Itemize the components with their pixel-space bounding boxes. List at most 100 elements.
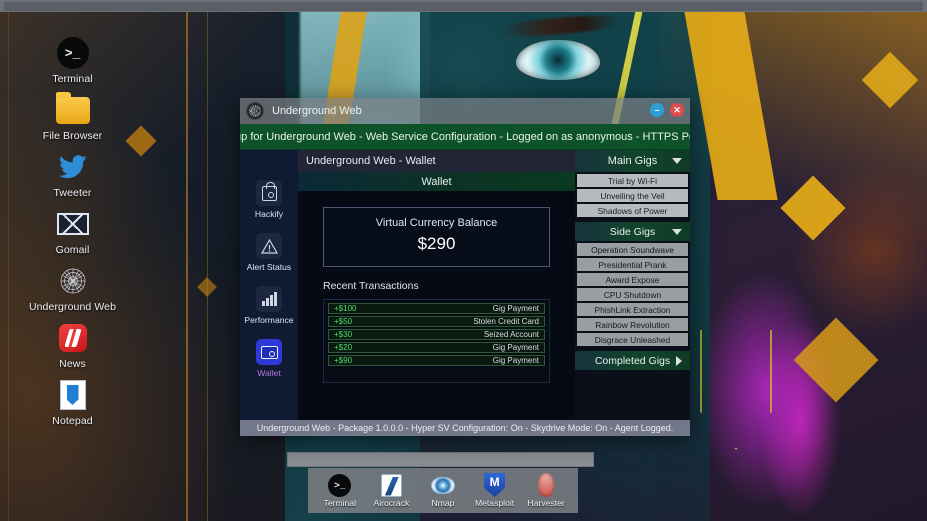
dock-item-airocrack[interactable]: Airocrack (366, 473, 416, 508)
chevron-down-icon (672, 228, 682, 235)
taskbar-window-list[interactable] (287, 452, 594, 467)
folder-icon (55, 91, 90, 127)
close-button[interactable]: ✕ (670, 103, 684, 117)
wallet-panel: Wallet Virtual Currency Balance $290 Rec… (298, 172, 575, 420)
window-subbar: Underground Web - Wallet Main Gigs (240, 150, 690, 172)
sidebar-item-label: Performance (244, 315, 294, 325)
terminal-icon: >_ (315, 473, 365, 497)
transactions-list: +$100 Gig Payment +$50 Stolen Credit Car… (323, 299, 550, 383)
desktop-icon-label: Notepad (52, 415, 93, 427)
dock-item-label: Airocrack (373, 498, 410, 508)
desktop-icon-label: Tweeter (53, 187, 92, 199)
dock-item-harvester[interactable]: Harvester (521, 473, 571, 508)
balance-value: $290 (417, 234, 456, 253)
chevron-down-icon (672, 158, 682, 164)
desktop-icon-label: Underground Web (28, 301, 117, 313)
transaction-desc: Stolen Credit Card (473, 317, 539, 326)
marquee-text: tup for Underground Web - Web Service Co… (240, 130, 690, 143)
gig-item-operation-soundwave[interactable]: Operation Soundwave (577, 243, 688, 256)
sidebar-item-alert-status[interactable]: Alert Status (240, 233, 298, 272)
dock-item-label: Nmap (431, 498, 455, 508)
balance-label: Virtual Currency Balance (375, 217, 498, 229)
status-marquee: tup for Underground Web - Web Service Co… (240, 124, 690, 150)
desktop-icon-gomail[interactable]: Gomail (0, 201, 145, 258)
sidebar-item-label: Alert Status (246, 262, 292, 272)
completed-gigs-header[interactable]: Completed Gigs (575, 351, 690, 370)
window-titlebar[interactable]: Underground Web – ✕ (240, 98, 690, 124)
wallpaper-eye (516, 40, 600, 80)
desktop-icon-label: File Browser (42, 130, 103, 142)
gig-item-trial-by-wifi[interactable]: Trial by Wi-Fi (577, 174, 688, 187)
dock-item-label: Terminal (323, 498, 357, 508)
gig-item-rainbow-revolution[interactable]: Rainbow Revolution (577, 318, 688, 331)
transaction-desc: Gig Payment (492, 343, 539, 352)
chevron-right-icon (676, 355, 682, 366)
sidebar-item-performance[interactable]: Performance (240, 286, 298, 325)
subbar-left-spacer (240, 150, 298, 172)
top-panel-bar[interactable] (0, 0, 927, 12)
desktop-icon-file-browser[interactable]: File Browser (0, 87, 145, 144)
table-row[interactable]: +$90 Gig Payment (328, 355, 545, 366)
gig-item-cpu-shutdown[interactable]: CPU Shutdown (577, 288, 688, 301)
minimize-button[interactable]: – (650, 103, 664, 117)
airocrack-icon (366, 473, 416, 497)
gig-item-phishlink-extraction[interactable]: PhishLink Extraction (577, 303, 688, 316)
dock-item-metasploit[interactable]: M Metasploit (470, 473, 520, 508)
window-body: Hackify Alert Status Performance Wallet … (240, 172, 690, 420)
dock-item-terminal[interactable]: >_ Terminal (315, 473, 365, 508)
bag-lock-icon (256, 180, 282, 206)
main-gigs-header[interactable]: Main Gigs (575, 150, 690, 172)
table-row[interactable]: +$20 Gig Payment (328, 342, 545, 353)
desktop-icon-underground-web[interactable]: Underground Web (0, 258, 145, 315)
window-title: Underground Web (272, 105, 362, 117)
sidebar-item-hackify[interactable]: Hackify (240, 180, 298, 219)
wallpaper-line-2 (207, 0, 208, 521)
notepad-icon (56, 378, 90, 412)
gigs-panel: Trial by Wi-Fi Unveiling the Veil Shadow… (575, 172, 690, 420)
window-controls: – ✕ (650, 103, 684, 117)
shield-m-icon: M (470, 473, 520, 497)
desktop-icon-list: >_ Terminal File Browser Tweeter Gomail (0, 30, 145, 429)
side-gigs-label: Side Gigs (609, 225, 656, 238)
gig-item-unveiling-the-veil[interactable]: Unveiling the Veil (577, 189, 688, 202)
gig-item-disgrace-unleashed[interactable]: Disgrace Unleashed (577, 333, 688, 346)
balance-card: Virtual Currency Balance $290 (323, 207, 550, 267)
warning-triangle-icon (256, 233, 282, 259)
underground-web-window: Underground Web – ✕ tup for Underground … (240, 98, 690, 436)
side-gigs-header[interactable]: Side Gigs (575, 222, 690, 241)
desktop-icon-label: Gomail (55, 244, 90, 256)
dock-item-nmap[interactable]: Nmap (418, 473, 468, 508)
sidebar-item-label: Wallet (257, 368, 281, 378)
desktop-icon-notepad[interactable]: Notepad (0, 372, 145, 429)
wallet-icon (256, 339, 282, 365)
transaction-desc: Gig Payment (492, 304, 539, 313)
desktop-icon-label: News (59, 358, 86, 370)
table-row[interactable]: +$50 Stolen Credit Card (328, 316, 545, 327)
gig-item-shadows-of-power[interactable]: Shadows of Power (577, 204, 688, 217)
transaction-amount: +$50 (334, 317, 353, 326)
terminal-icon: >_ (56, 36, 90, 70)
table-row[interactable]: +$100 Gig Payment (328, 303, 545, 314)
desktop-icon-news[interactable]: News (0, 315, 145, 372)
desktop-icon-terminal[interactable]: >_ Terminal (0, 30, 145, 87)
gig-item-presidential-prank[interactable]: Presidential Prank (577, 258, 688, 271)
page-title: Underground Web - Wallet (298, 150, 575, 172)
table-row[interactable]: +$30 Seized Account (328, 329, 545, 340)
underground-web-icon (246, 102, 264, 120)
bird-icon (56, 150, 90, 184)
desktop-icon-tweeter[interactable]: Tweeter (0, 144, 145, 201)
dock-item-label: Harvester (527, 498, 565, 508)
recent-transactions-label: Recent Transactions (323, 280, 419, 292)
sidebar-item-label: Hackify (254, 209, 284, 219)
sidebar-item-wallet[interactable]: Wallet (240, 339, 298, 378)
completed-gigs-label: Completed Gigs (594, 354, 671, 367)
dock-item-label: Metasploit (474, 498, 515, 508)
gig-item-award-expose[interactable]: Award Expose (577, 273, 688, 286)
wallpaper-line-1 (186, 0, 188, 521)
application-dock: >_ Terminal Airocrack Nmap M Metasploit … (308, 468, 578, 513)
eye-icon (418, 473, 468, 497)
harvester-icon (521, 473, 571, 497)
window-statusbar: Underground Web - Package 1.0.0.0 - Hype… (240, 420, 690, 436)
transaction-amount: +$100 (334, 304, 357, 313)
window-sidebar: Hackify Alert Status Performance Wallet (240, 172, 298, 420)
